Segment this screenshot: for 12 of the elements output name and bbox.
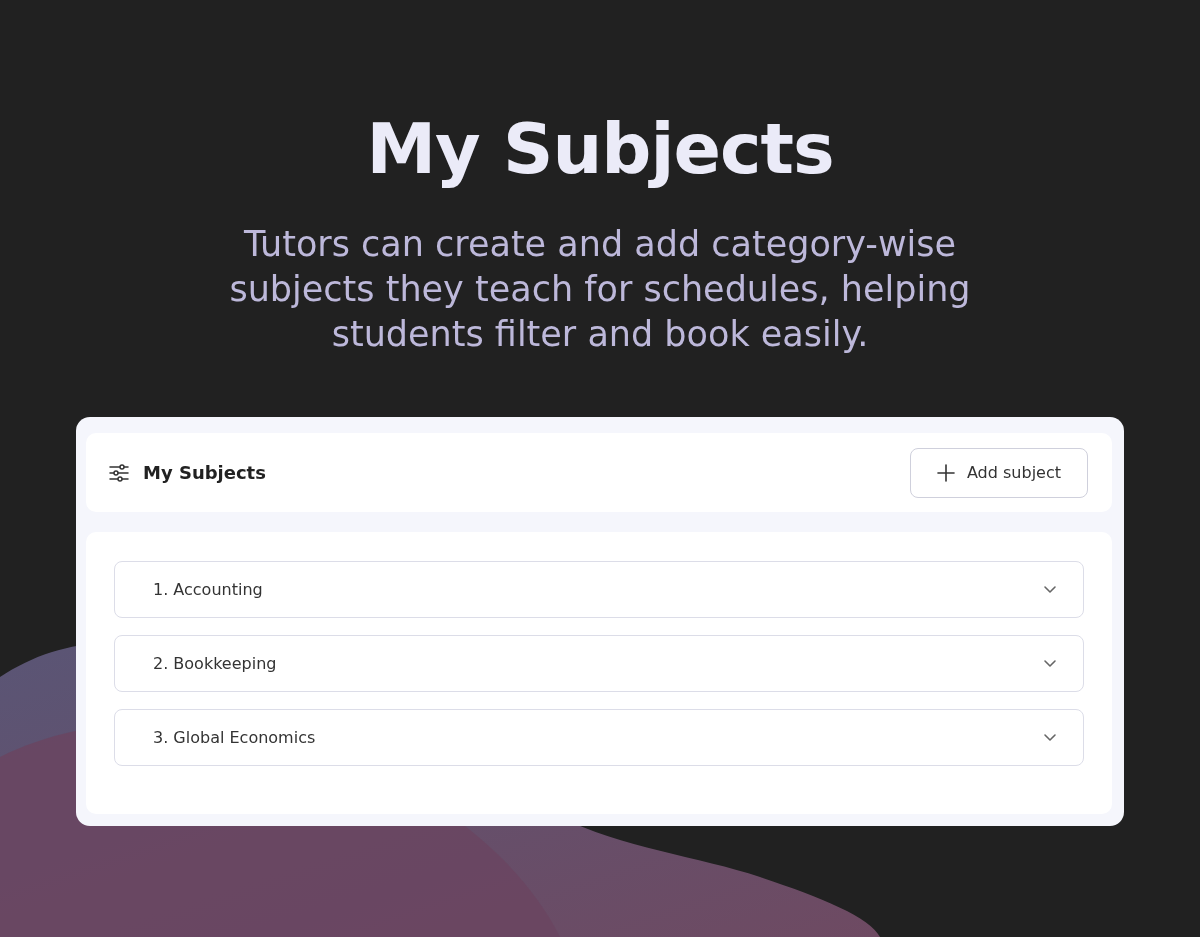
chevron-icon <box>1043 733 1057 742</box>
page-title: My Subjects <box>365 107 835 192</box>
panel-title: My Subjects <box>143 462 266 483</box>
add-subject-button[interactable]: Add subject <box>909 447 1088 498</box>
chevron-icon <box>1043 659 1057 668</box>
subject-accordion-item[interactable]: 1. Accounting <box>114 561 1084 618</box>
page-subtitle: Tutors can create and add category-wise subjects they teach for schedules, helping students filter and book easily. <box>228 223 972 356</box>
plus-icon <box>936 463 955 482</box>
subject-accordion-item[interactable]: 2. Bookkeeping <box>114 635 1084 692</box>
chevron-icon <box>1043 585 1057 594</box>
filter-sliders-icon <box>108 461 130 484</box>
subject-accordion-item[interactable]: 3. Global Economics <box>114 709 1084 766</box>
